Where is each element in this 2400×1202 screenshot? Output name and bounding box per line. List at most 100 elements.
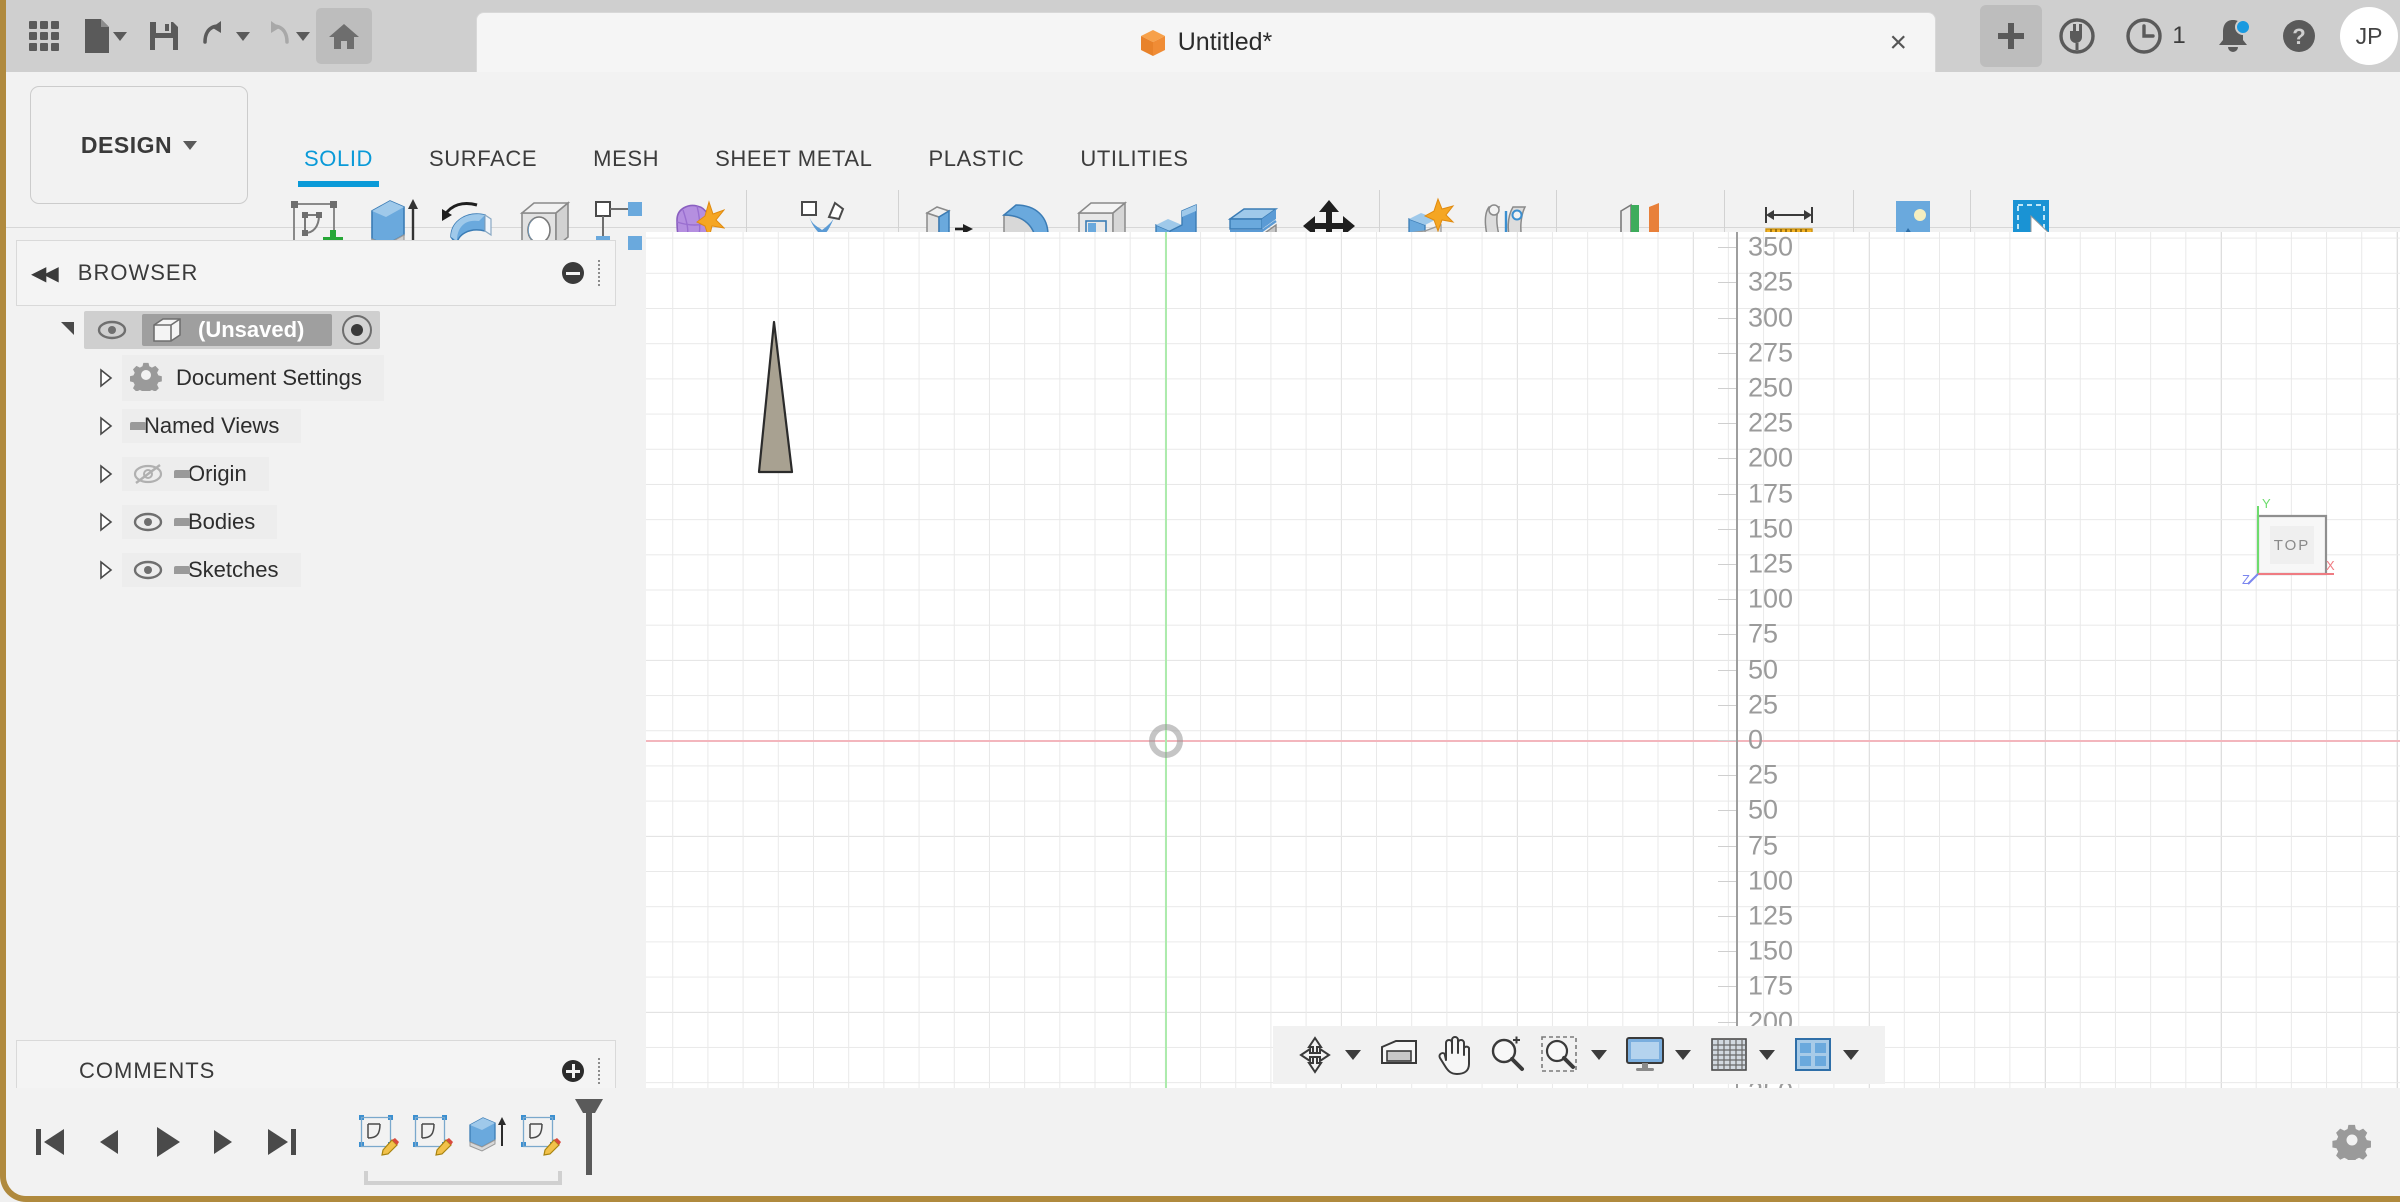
help-icon[interactable]: ?: [2268, 5, 2330, 67]
tree-item-bodies[interactable]: Bodies: [16, 498, 616, 546]
collapse-left-icon[interactable]: ◀◀: [31, 261, 59, 286]
visibility-eye-icon[interactable]: [128, 560, 168, 580]
chevron-right-icon: [99, 464, 112, 484]
timeline-bar: [6, 1088, 2400, 1196]
look-at-icon[interactable]: [1375, 1030, 1423, 1080]
tab-utilities[interactable]: UTILITIES: [1052, 142, 1216, 176]
new-file-caret-icon[interactable]: [112, 31, 127, 41]
svg-text:X: X: [2326, 558, 2335, 573]
grid-snaps-caret-icon[interactable]: [1759, 1050, 1775, 1060]
comments-title: COMMENTS: [79, 1058, 216, 1083]
step-forward-icon[interactable]: [198, 1113, 250, 1171]
chevron-down-icon: [183, 140, 198, 150]
grid-snaps-icon[interactable]: [1705, 1030, 1753, 1080]
browser-title: BROWSER: [77, 260, 199, 285]
timeline-settings-gear-icon[interactable]: [2332, 1120, 2372, 1165]
chevron-right-icon: [99, 512, 112, 532]
workspace-switcher[interactable]: DESIGN: [30, 86, 248, 204]
visibility-eye-icon[interactable]: [92, 320, 132, 340]
viewports-caret-icon[interactable]: [1843, 1050, 1859, 1060]
undo-caret-icon[interactable]: [235, 31, 250, 41]
panel-resize-handle[interactable]: [598, 1058, 601, 1084]
tree-item-document-settings[interactable]: Document Settings: [16, 354, 616, 402]
tab-plastic[interactable]: PLASTIC: [901, 142, 1053, 176]
new-file-icon[interactable]: [76, 8, 132, 64]
tree-item-sketches[interactable]: Sketches: [16, 546, 616, 594]
notification-badge: [2235, 19, 2251, 35]
expand-arrow-icon[interactable]: [88, 512, 122, 532]
job-status-icon[interactable]: 1: [2112, 5, 2198, 67]
undo-icon[interactable]: [196, 8, 252, 64]
orbit-caret-icon[interactable]: [1345, 1050, 1361, 1060]
timeline-sketch-1[interactable]: [352, 1105, 406, 1163]
tab-surface[interactable]: SURFACE: [401, 142, 565, 176]
display-settings-caret-icon[interactable]: [1675, 1050, 1691, 1060]
tree-item-unsaved[interactable]: (Unsaved): [16, 306, 616, 354]
tree-root-namebox: (Unsaved): [142, 314, 333, 346]
tab-mesh[interactable]: MESH: [565, 142, 687, 176]
expand-arrow-icon[interactable]: [88, 560, 122, 580]
timeline-extrude-1[interactable]: [460, 1105, 514, 1163]
expand-arrow-icon[interactable]: [88, 368, 122, 388]
minimize-icon[interactable]: [562, 262, 584, 284]
tree-item-named-views[interactable]: Named Views: [16, 402, 616, 450]
tree-item-label: Origin: [188, 461, 247, 486]
tree-root-label: (Unsaved): [198, 317, 305, 342]
sketch-profile-triangle[interactable]: [646, 232, 2400, 1088]
expand-arrow-icon[interactable]: [88, 416, 122, 436]
document-tab-title-wrap: Untitled*: [1140, 28, 1272, 57]
notifications-icon[interactable]: [2202, 5, 2264, 67]
display-settings-icon[interactable]: [1621, 1030, 1669, 1080]
app-grid-icon[interactable]: [16, 8, 72, 64]
timeline-sketch-2[interactable]: [406, 1105, 460, 1163]
redo-icon[interactable]: [256, 8, 312, 64]
go-to-end-icon[interactable]: [256, 1113, 308, 1171]
tree-item-label: Named Views: [144, 413, 280, 438]
home-icon[interactable]: [316, 8, 372, 64]
step-back-icon[interactable]: [82, 1113, 134, 1171]
panel-resize-handle[interactable]: [598, 260, 601, 286]
add-comment-icon[interactable]: [562, 1060, 584, 1082]
tree-row-body: Origin: [122, 457, 269, 491]
expand-arrow-icon[interactable]: [88, 464, 122, 484]
expand-arrow-icon[interactable]: [50, 321, 84, 337]
svg-text:Y: Y: [2262, 498, 2271, 511]
orbit-icon[interactable]: [1291, 1030, 1339, 1080]
tree-item-label: Document Settings: [176, 365, 362, 390]
viewports-icon[interactable]: [1789, 1030, 1837, 1080]
timeline-playback-controls: [24, 1113, 308, 1171]
close-icon[interactable]: ×: [1889, 27, 1907, 58]
play-icon[interactable]: [140, 1113, 192, 1171]
zoom-icon[interactable]: [1483, 1030, 1531, 1080]
save-icon[interactable]: [136, 8, 192, 64]
canvas-horizontal-scrollbar[interactable]: [646, 1078, 2400, 1088]
browser-header-controls: [562, 260, 601, 286]
visibility-eye-icon[interactable]: [128, 512, 168, 532]
ribbon: DESIGN SOLID SURFACE MESH SHEET METAL PL…: [6, 72, 2400, 287]
avatar[interactable]: JP: [2340, 7, 2398, 65]
fit-caret-icon[interactable]: [1591, 1050, 1607, 1060]
zoom-window-icon[interactable]: [1537, 1030, 1585, 1080]
visibility-hidden-eye-icon[interactable]: [128, 463, 168, 485]
tree-root-wrap: (Unsaved): [84, 311, 381, 349]
new-tab-button[interactable]: [1980, 5, 2042, 67]
timeline-end-marker[interactable]: [572, 1099, 603, 1179]
tree-item-origin[interactable]: Origin: [16, 450, 616, 498]
document-tab[interactable]: Untitled* ×: [476, 12, 1936, 72]
job-status-count: 1: [2172, 22, 2186, 49]
tree-item-label: Sketches: [188, 557, 279, 582]
orange-cube-icon: [1140, 29, 1166, 57]
redo-caret-icon[interactable]: [295, 31, 310, 41]
tab-solid[interactable]: SOLID: [276, 142, 401, 187]
browser-header: ◀◀ BROWSER: [16, 240, 616, 306]
viewport-canvas[interactable]: 25 50 75 100 125 150 175 200 225 250 275 300 325 350 0…: [646, 232, 2400, 1088]
timeline-sketch-3[interactable]: [514, 1105, 568, 1163]
ribbon-tabs: SOLID SURFACE MESH SHEET METAL PLASTIC U…: [276, 142, 1217, 187]
pan-icon[interactable]: [1429, 1030, 1477, 1080]
activate-component-radio[interactable]: [342, 315, 373, 345]
go-to-beginning-icon[interactable]: [24, 1113, 76, 1171]
chevron-right-icon: [99, 368, 112, 388]
tab-sheet-metal[interactable]: SHEET METAL: [687, 142, 900, 176]
view-cube[interactable]: TOP Y X Z: [2242, 498, 2340, 598]
extensions-icon[interactable]: [2046, 5, 2108, 67]
